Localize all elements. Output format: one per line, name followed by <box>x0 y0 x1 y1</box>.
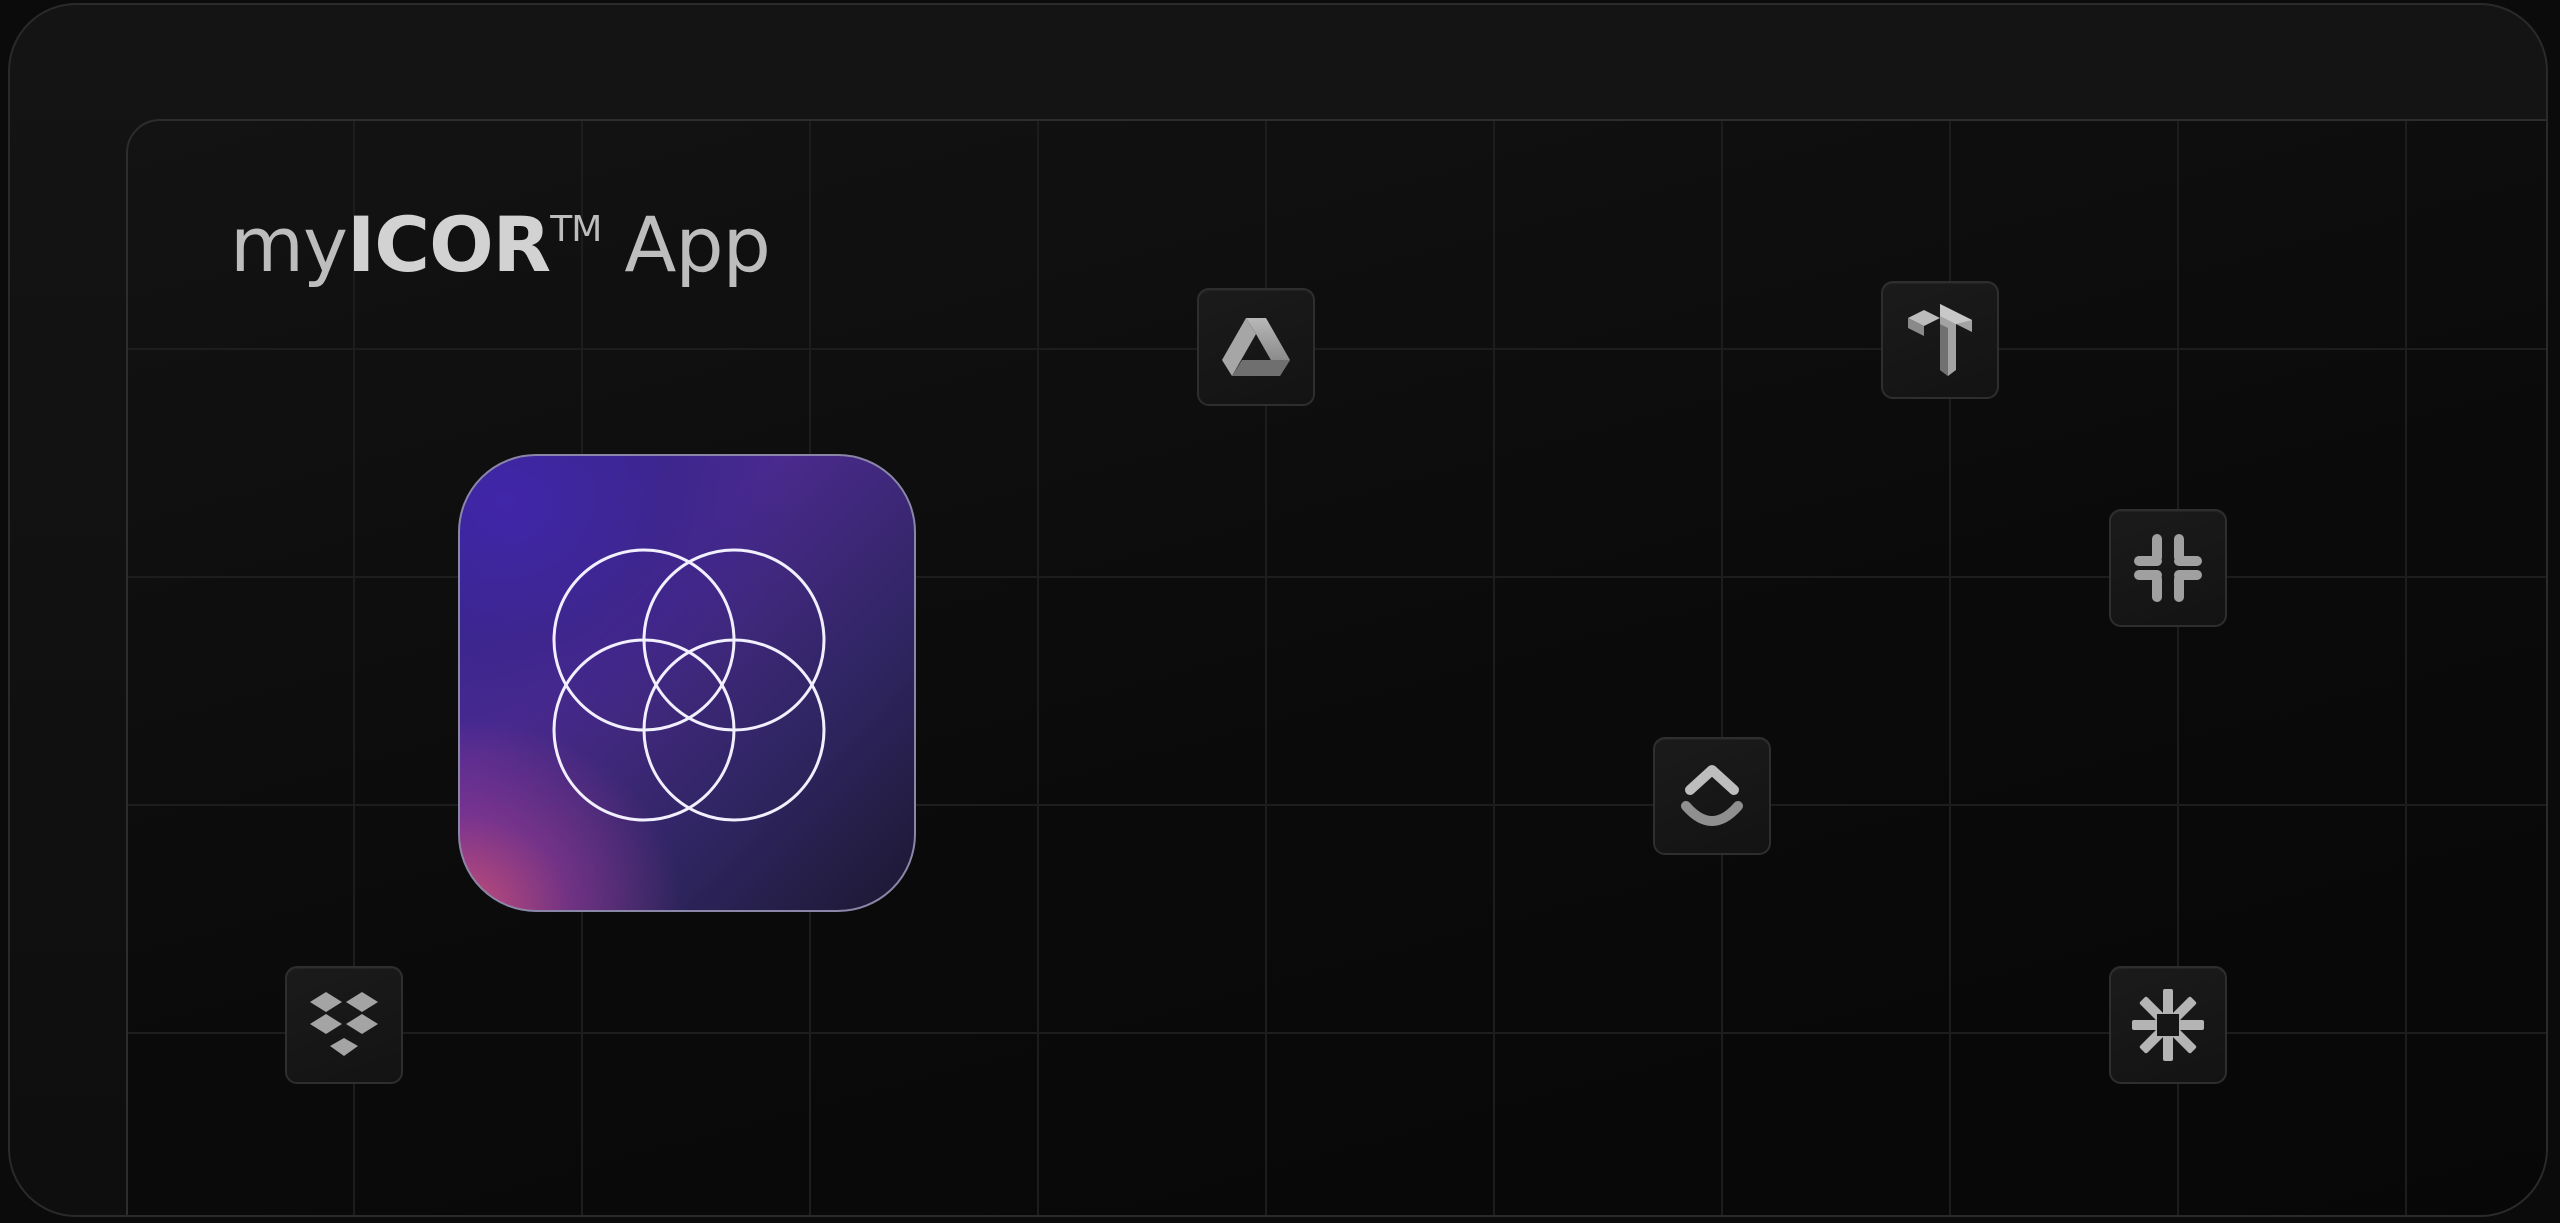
google-drive-icon <box>1222 318 1290 376</box>
google-drive-tile[interactable] <box>1197 288 1315 406</box>
four-circles-logo-icon <box>552 548 826 822</box>
title-suffix: App <box>601 200 770 289</box>
slack-tile[interactable] <box>2109 509 2227 627</box>
tana-tile[interactable] <box>1881 281 1999 399</box>
slack-icon <box>2134 534 2202 602</box>
dropbox-tile[interactable] <box>285 966 403 1084</box>
dropbox-icon <box>310 992 378 1056</box>
clickup-tile[interactable] <box>1653 737 1771 855</box>
tana-icon <box>1908 304 1972 376</box>
title-trademark: TM <box>550 209 602 250</box>
zapier-icon <box>2132 989 2204 1061</box>
hero-app-icon[interactable] <box>458 454 916 912</box>
title-prefix: my <box>230 200 348 289</box>
clickup-icon <box>1681 765 1743 826</box>
title-brand: ICOR <box>347 200 551 289</box>
app-title: myICORTM App <box>230 207 771 283</box>
zapier-tile[interactable] <box>2109 966 2227 1084</box>
